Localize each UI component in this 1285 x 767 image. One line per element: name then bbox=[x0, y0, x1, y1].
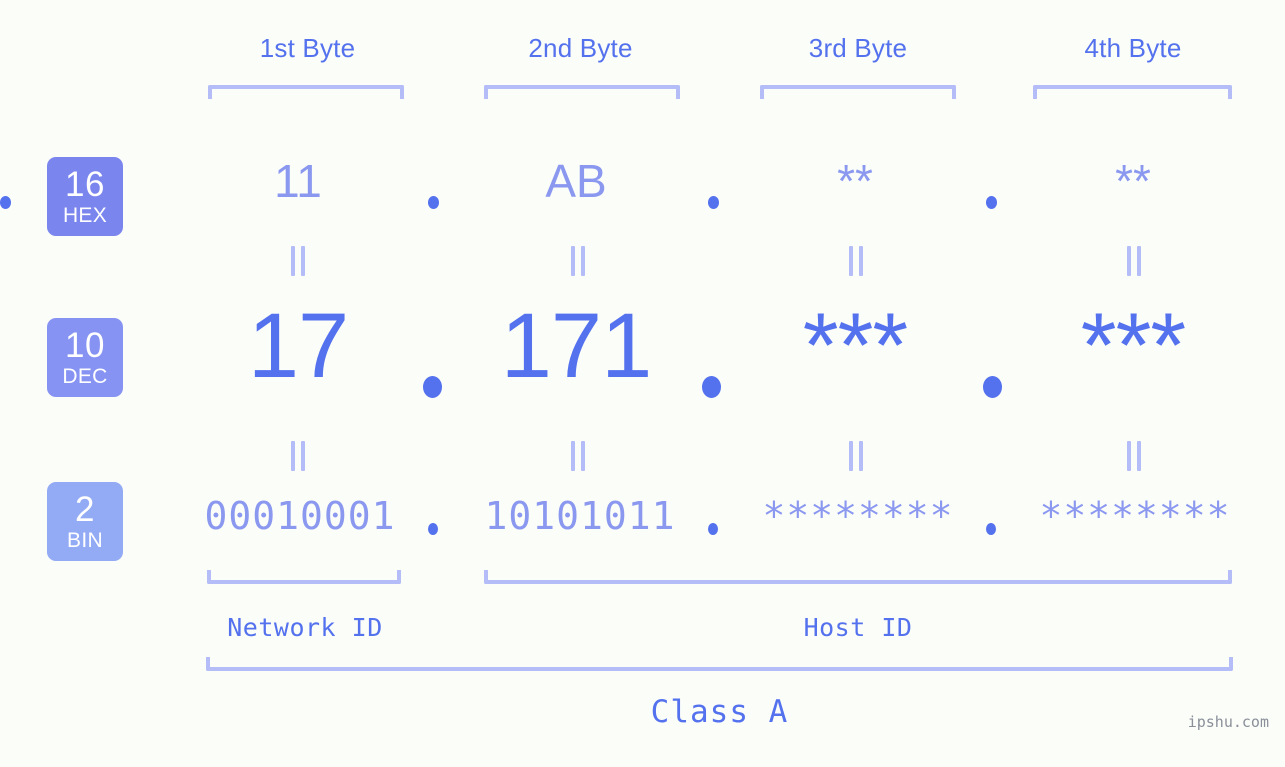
hex-byte-4-value: ** bbox=[1115, 155, 1151, 207]
bin-separator-dot-3 bbox=[986, 523, 996, 535]
base-badge-bin-number: 2 bbox=[75, 490, 95, 529]
hex-separator-dot-a bbox=[428, 196, 439, 209]
equality-mark-hex-dec-2 bbox=[571, 246, 585, 276]
bin-separator-dot-2 bbox=[708, 523, 718, 535]
base-badge-hex-number: 16 bbox=[65, 165, 105, 204]
base-badge-dec-number: 10 bbox=[65, 326, 105, 365]
base-badge-dec: 10 DEC bbox=[47, 318, 123, 397]
bin-byte-1-value: 00010001 bbox=[204, 494, 396, 538]
equality-mark-dec-bin-1 bbox=[291, 441, 305, 471]
equality-mark-dec-bin-3 bbox=[849, 441, 863, 471]
dec-byte-4-value: *** bbox=[1080, 295, 1186, 397]
site-watermark: ipshu.com bbox=[1187, 713, 1269, 731]
hex-byte-2-value: AB bbox=[545, 155, 607, 207]
bin-byte-3-value: ******** bbox=[762, 494, 954, 538]
dec-separator-dot-2 bbox=[702, 376, 721, 398]
hex-byte-3-value: ** bbox=[837, 155, 873, 207]
hex-separator-dot-1 bbox=[0, 196, 11, 209]
byte-header-3: 3rd Byte bbox=[808, 33, 908, 63]
class-bracket bbox=[206, 657, 1233, 671]
byte-header-1: 1st Byte bbox=[259, 33, 356, 63]
ip-address-breakdown-diagram: 1st Byte 2nd Byte 3rd Byte 4th Byte 16 H… bbox=[0, 0, 1285, 767]
base-badge-bin: 2 BIN bbox=[47, 482, 123, 561]
dec-byte-1-value: 17 bbox=[247, 295, 349, 397]
base-badge-hex-abbr: HEX bbox=[62, 204, 108, 227]
byte-bracket-1 bbox=[208, 85, 404, 99]
dec-byte-3-value: *** bbox=[802, 295, 908, 397]
base-badge-hex: 16 HEX bbox=[47, 157, 123, 236]
network-id-label: Network ID bbox=[227, 613, 383, 642]
dec-separator-dot-3 bbox=[983, 376, 1002, 398]
byte-header-2: 2nd Byte bbox=[528, 33, 633, 63]
hex-separator-dot-c bbox=[986, 196, 997, 209]
equality-mark-hex-dec-1 bbox=[291, 246, 305, 276]
equality-mark-dec-bin-2 bbox=[571, 441, 585, 471]
byte-bracket-3 bbox=[760, 85, 956, 99]
host-id-label: Host ID bbox=[803, 613, 913, 642]
hex-byte-1-value: 11 bbox=[274, 155, 322, 207]
dec-byte-2-value: 171 bbox=[500, 295, 653, 397]
equality-mark-hex-dec-3 bbox=[849, 246, 863, 276]
equality-mark-hex-dec-4 bbox=[1127, 246, 1141, 276]
bin-separator-dot-1 bbox=[428, 523, 438, 535]
base-badge-bin-abbr: BIN bbox=[67, 529, 103, 552]
byte-bracket-2 bbox=[484, 85, 680, 99]
dec-separator-dot-1 bbox=[423, 376, 442, 398]
class-label: Class A bbox=[650, 694, 789, 730]
equality-mark-dec-bin-4 bbox=[1127, 441, 1141, 471]
byte-header-4: 4th Byte bbox=[1084, 33, 1182, 63]
bin-byte-2-value: 10101011 bbox=[484, 494, 676, 538]
base-badge-dec-abbr: DEC bbox=[62, 365, 108, 388]
network-id-bracket bbox=[207, 570, 401, 584]
host-id-bracket bbox=[484, 570, 1232, 584]
byte-bracket-4 bbox=[1033, 85, 1232, 99]
hex-separator-dot-b bbox=[708, 196, 719, 209]
bin-byte-4-value: ******** bbox=[1039, 494, 1231, 538]
